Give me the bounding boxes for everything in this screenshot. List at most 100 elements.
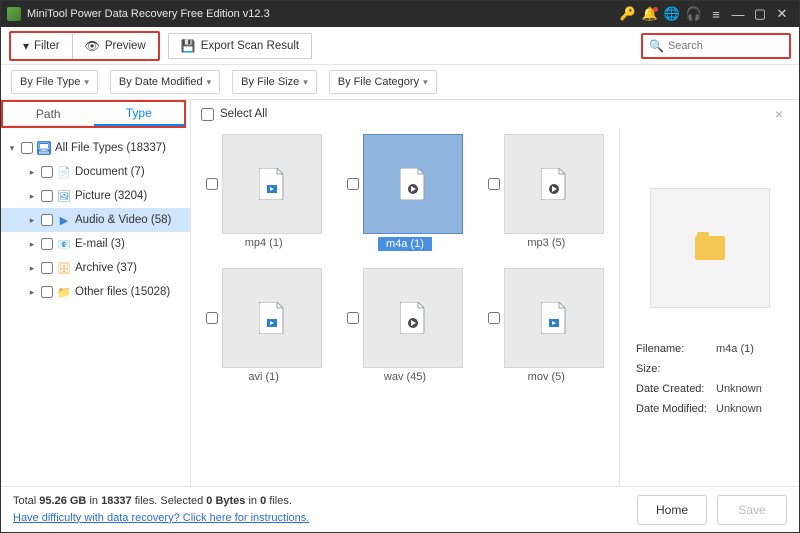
main-area: Path Type ▾ 🖥 All File Types (18337) ▸ 📄… <box>1 99 799 486</box>
by-file-category-dropdown[interactable]: By File Category▾ <box>329 70 437 94</box>
file-card[interactable]: mp4 (1) <box>193 134 334 264</box>
file-card[interactable]: wav (45) <box>334 268 475 398</box>
tree-checkbox[interactable] <box>21 142 33 154</box>
picture-icon: 🖼 <box>57 189 71 203</box>
tree-root[interactable]: ▾ 🖥 All File Types (18337) <box>1 136 190 160</box>
details-panel: Filename: m4a (1) Size: Date Created: Un… <box>619 128 799 486</box>
tree-item-email[interactable]: ▸ 📧 E-mail (3) <box>1 232 190 256</box>
save-icon: 💾 <box>181 39 196 53</box>
detail-modified-label: Date Modified: <box>636 400 714 418</box>
tree-checkbox[interactable] <box>41 238 53 250</box>
file-thumbnail[interactable] <box>363 268 463 368</box>
file-checkbox[interactable] <box>347 312 359 324</box>
file-checkbox[interactable] <box>488 312 500 324</box>
preview-button[interactable]: 👁 Preview <box>73 33 158 59</box>
chevron-down-icon: ▾ <box>423 77 428 88</box>
chevron-right-icon[interactable]: ▸ <box>27 263 37 274</box>
help-link[interactable]: Have difficulty with data recovery? Clic… <box>13 512 309 524</box>
tree-checkbox[interactable] <box>41 166 53 178</box>
window-title: MiniTool Power Data Recovery Free Editio… <box>27 8 617 20</box>
file-checkbox[interactable] <box>206 178 218 190</box>
tree-item-other[interactable]: ▸ 📁 Other files (15028) <box>1 280 190 304</box>
file-card[interactable]: m4a (1) <box>334 134 475 264</box>
close-icon[interactable]: ✕ <box>771 6 793 22</box>
tree-item-document[interactable]: ▸ 📄 Document (7) <box>1 160 190 184</box>
bell-icon[interactable]: 🔔 <box>639 6 661 22</box>
grid-area: mp4 (1) m4a (1) mp3 (5) avi (1)wav (45) mov … <box>191 128 799 486</box>
select-all-checkbox[interactable] <box>201 108 214 121</box>
file-checkbox[interactable] <box>347 178 359 190</box>
detail-size-value <box>716 360 783 378</box>
by-file-size-dropdown[interactable]: By File Size▾ <box>232 70 317 94</box>
chevron-right-icon[interactable]: ▸ <box>27 287 37 298</box>
file-card[interactable]: mp3 (5) <box>476 134 617 264</box>
file-card[interactable]: avi (1) <box>193 268 334 398</box>
file-label: mp4 (1) <box>245 237 283 249</box>
tree-checkbox[interactable] <box>41 262 53 274</box>
by-date-modified-dropdown[interactable]: By Date Modified▾ <box>110 70 220 94</box>
content: Select All × mp4 (1) m4a (1) mp3 (5) avi (1… <box>191 100 799 486</box>
chevron-right-icon[interactable]: ▸ <box>27 215 37 226</box>
minimize-icon[interactable]: — <box>727 7 749 22</box>
tree: ▾ 🖥 All File Types (18337) ▸ 📄 Document … <box>1 132 190 486</box>
tree-checkbox[interactable] <box>41 214 53 226</box>
tab-path[interactable]: Path <box>3 102 94 126</box>
footer: Total 95.26 GB in 18337 files. Selected … <box>1 486 799 532</box>
save-button[interactable]: Save <box>717 495 787 525</box>
tree-item-label: E-mail (3) <box>75 238 125 250</box>
headset-icon[interactable]: 🎧 <box>683 6 705 22</box>
select-all-label: Select All <box>220 108 267 120</box>
file-thumbnail[interactable] <box>504 268 604 368</box>
file-label: mov (5) <box>528 371 565 383</box>
file-thumbnail[interactable] <box>504 134 604 234</box>
globe-icon[interactable]: 🌐 <box>661 6 683 22</box>
export-scan-result-button[interactable]: 💾 Export Scan Result <box>168 33 312 59</box>
filter-button[interactable]: ▾ Filter <box>11 33 73 59</box>
chevron-down-icon: ▾ <box>303 77 308 88</box>
detail-modified-value: Unknown <box>716 400 783 418</box>
sidebar: Path Type ▾ 🖥 All File Types (18337) ▸ 📄… <box>1 100 191 486</box>
detail-created-value: Unknown <box>716 380 783 398</box>
file-label: m4a (1) <box>378 237 432 251</box>
chevron-right-icon[interactable]: ▸ <box>27 239 37 250</box>
tree-item-label: Archive (37) <box>75 262 137 274</box>
titlebar: MiniTool Power Data Recovery Free Editio… <box>1 1 799 27</box>
key-icon[interactable]: 🔑 <box>617 6 639 22</box>
mail-icon: 📧 <box>57 237 71 251</box>
highlighted-filter-preview-group: ▾ Filter 👁 Preview <box>9 31 160 61</box>
file-checkbox[interactable] <box>206 312 218 324</box>
search-box[interactable]: 🔍 <box>641 33 791 59</box>
tree-item-label: Audio & Video (58) <box>75 214 171 226</box>
maximize-icon[interactable]: ▢ <box>749 6 771 22</box>
menu-icon[interactable]: ≡ <box>705 7 727 22</box>
file-card[interactable]: mov (5) <box>476 268 617 398</box>
chevron-right-icon[interactable]: ▸ <box>27 167 37 178</box>
file-checkbox[interactable] <box>488 178 500 190</box>
content-header: Select All × <box>191 100 799 128</box>
filter-label: Filter <box>34 40 60 52</box>
file-thumbnail[interactable] <box>363 134 463 234</box>
chevron-down-icon: ▾ <box>84 77 89 88</box>
file-thumbnail[interactable] <box>222 134 322 234</box>
tree-item-audio-video[interactable]: ▸ ▶ Audio & Video (58) <box>1 208 190 232</box>
tab-type[interactable]: Type <box>94 102 185 126</box>
tree-item-picture[interactable]: ▸ 🖼 Picture (3204) <box>1 184 190 208</box>
tree-item-label: Document (7) <box>75 166 145 178</box>
chevron-down-icon: ▾ <box>207 77 212 88</box>
chevron-down-icon[interactable]: ▾ <box>7 143 17 154</box>
preview-label: Preview <box>105 40 146 52</box>
tree-item-archive[interactable]: ▸ 🗄 Archive (37) <box>1 256 190 280</box>
home-button[interactable]: Home <box>637 495 707 525</box>
folder-icon <box>695 236 725 260</box>
chevron-right-icon[interactable]: ▸ <box>27 191 37 202</box>
tree-checkbox[interactable] <box>41 190 53 202</box>
by-file-type-dropdown[interactable]: By File Type▾ <box>11 70 98 94</box>
play-icon: ▶ <box>57 213 71 227</box>
detail-filename-label: Filename: <box>636 340 714 358</box>
tree-checkbox[interactable] <box>41 286 53 298</box>
close-panel-icon[interactable]: × <box>775 106 783 122</box>
file-thumbnail[interactable] <box>222 268 322 368</box>
details-table: Filename: m4a (1) Size: Date Created: Un… <box>634 338 785 420</box>
search-input[interactable] <box>668 40 800 52</box>
tree-item-label: Picture (3204) <box>75 190 147 202</box>
